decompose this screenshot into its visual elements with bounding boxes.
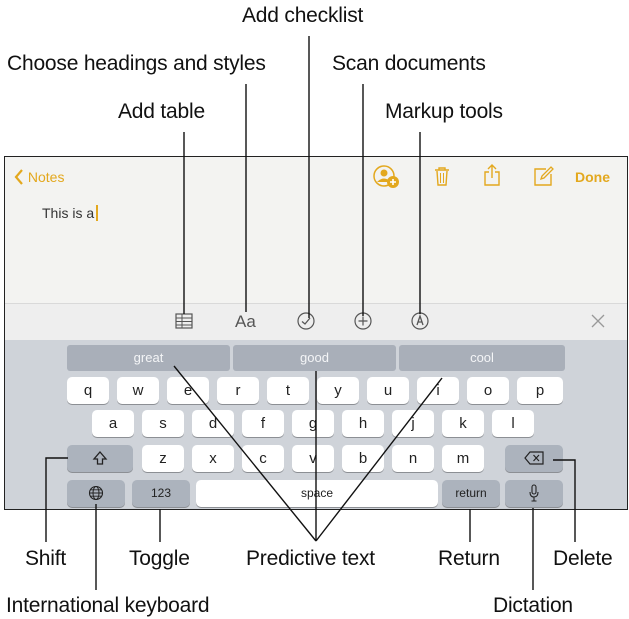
key-s[interactable]: s [142,410,184,437]
chevron-left-icon [14,169,28,185]
plus-circle-icon[interactable] [354,312,372,334]
key-l[interactable]: l [492,410,534,437]
key-w[interactable]: w [117,377,159,404]
key-p[interactable]: p [517,377,563,404]
delete-icon [524,451,544,465]
close-icon[interactable] [590,313,606,333]
numbers-toggle-key[interactable]: 123 [132,480,190,507]
keyboard: great good cool q w e r t y u i o p a s … [5,340,627,509]
callout-toggle: Toggle [129,547,190,570]
prediction-good[interactable]: good [233,345,396,371]
key-q[interactable]: q [67,377,109,404]
note-body[interactable]: This is a [42,205,99,221]
key-v[interactable]: v [292,445,334,472]
key-b[interactable]: b [342,445,384,472]
prediction-great[interactable]: great [67,345,230,371]
microphone-icon [529,484,539,502]
key-m[interactable]: m [442,445,484,472]
callout-add-checklist: Add checklist [242,4,364,27]
shift-key[interactable] [67,445,133,472]
delete-key[interactable] [505,445,563,472]
prediction-cool[interactable]: cool [399,345,565,371]
dictation-key[interactable] [505,480,563,507]
globe-key[interactable] [67,480,125,507]
back-button[interactable]: Notes [14,169,64,185]
add-person-icon[interactable] [373,164,401,190]
callout-shift: Shift [25,547,67,570]
note-text: This is a [42,205,95,221]
key-n[interactable]: n [392,445,434,472]
key-o[interactable]: o [467,377,509,404]
checklist-icon[interactable] [297,312,315,334]
key-g[interactable]: g [292,410,334,437]
key-z[interactable]: z [142,445,184,472]
back-label: Notes [27,169,65,185]
key-f[interactable]: f [242,410,284,437]
key-h[interactable]: h [342,410,384,437]
return-key[interactable]: return [442,480,500,507]
callout-scan-documents: Scan documents [332,52,486,75]
key-x[interactable]: x [192,445,234,472]
share-icon[interactable] [484,164,500,191]
callout-markup-tools: Markup tools [385,100,503,123]
key-j[interactable]: j [392,410,434,437]
text-cursor [96,205,99,221]
key-r[interactable]: r [217,377,259,404]
callout-dictation: Dictation [493,594,573,617]
key-d[interactable]: d [192,410,234,437]
markup-icon[interactable] [411,312,429,334]
callout-return: Return [438,547,500,570]
key-a[interactable]: a [92,410,134,437]
key-k[interactable]: k [442,410,484,437]
styles-button[interactable]: Aa [235,312,256,332]
compose-icon[interactable] [534,166,554,191]
trash-icon[interactable] [434,166,450,191]
key-e[interactable]: e [167,377,209,404]
table-icon[interactable] [175,313,193,333]
callout-add-table: Add table [118,100,205,123]
space-key[interactable]: space [196,480,438,507]
callout-international-keyboard: International keyboard [6,594,210,617]
globe-icon [88,485,104,501]
key-y[interactable]: y [317,377,359,404]
key-t[interactable]: t [267,377,309,404]
key-c[interactable]: c [242,445,284,472]
format-toolbar: Aa [5,303,627,341]
done-button[interactable]: Done [575,169,610,185]
ipad-notes-screen: Notes Done This is a Aa great good cool … [4,156,628,510]
key-i[interactable]: i [417,377,459,404]
key-u[interactable]: u [367,377,409,404]
shift-icon [92,451,108,465]
callout-predictive-text: Predictive text [246,547,375,570]
callout-delete: Delete [553,547,613,570]
callout-choose-headings: Choose headings and styles [7,52,266,75]
